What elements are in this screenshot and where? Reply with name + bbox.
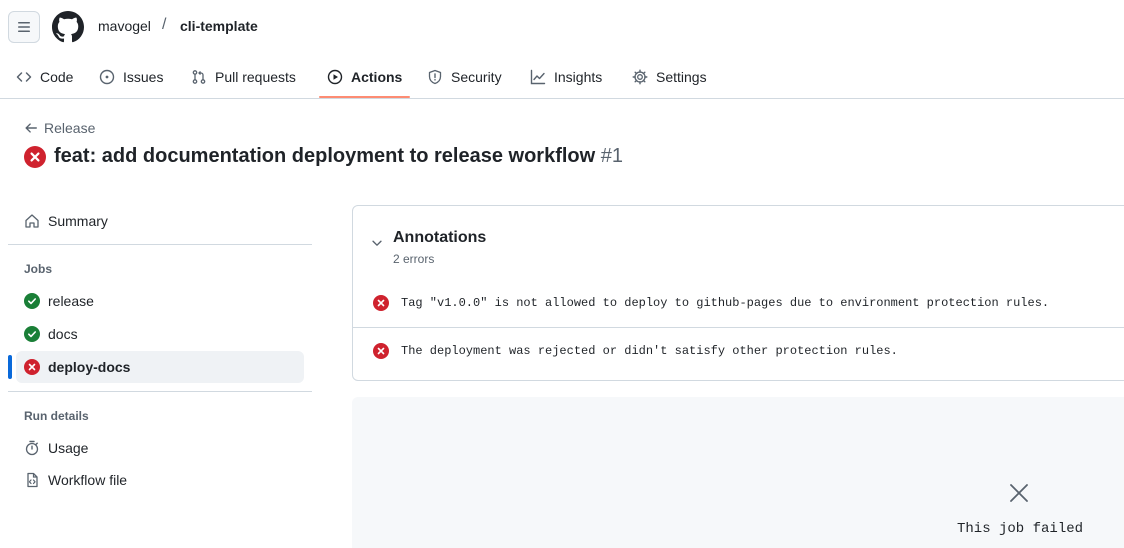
job-failed-text: This job failed xyxy=(957,521,1084,537)
arrow-left-icon xyxy=(25,123,37,133)
sidebar-item-label: docs xyxy=(48,326,78,342)
breadcrumb-repo-link[interactable]: cli-template xyxy=(180,18,258,34)
github-logo-icon[interactable] xyxy=(52,11,84,43)
code-icon xyxy=(16,72,32,82)
hamburger-menu-button[interactable] xyxy=(8,11,40,43)
shield-icon xyxy=(428,69,442,85)
annotation-divider xyxy=(353,327,1124,328)
jobs-heading: Jobs xyxy=(24,262,53,276)
top-bar: mavogel / cli-template xyxy=(0,0,1124,56)
annotations-title[interactable]: Annotations xyxy=(393,229,486,247)
annotations-count: 2 errors xyxy=(393,252,435,266)
sidebar-item-label: Usage xyxy=(48,440,89,456)
x-circle-fill-icon xyxy=(373,295,389,311)
tab-code[interactable]: Code xyxy=(16,56,73,98)
x-icon xyxy=(1010,484,1028,502)
graph-icon xyxy=(530,69,546,85)
sidebar-item-summary[interactable]: Summary xyxy=(16,205,304,237)
back-link-label: Release xyxy=(44,120,96,136)
sidebar-item-usage[interactable]: Usage xyxy=(16,432,304,464)
run-title-label: feat: add documentation deployment to re… xyxy=(54,145,596,167)
run-details-heading: Run details xyxy=(24,409,89,423)
sidebar-item-workflow-file[interactable]: Workflow file xyxy=(16,464,304,496)
issue-opened-icon xyxy=(99,69,115,85)
tab-pull-requests[interactable]: Pull requests xyxy=(191,56,296,98)
annotation-item[interactable]: Tag "v1.0.0" is not allowed to deploy to… xyxy=(353,295,1124,311)
run-title: feat: add documentation deployment to re… xyxy=(24,145,623,168)
chevron-down-icon[interactable] xyxy=(370,236,384,250)
home-icon xyxy=(25,214,39,228)
breadcrumb-owner-link[interactable]: mavogel xyxy=(98,18,151,34)
hamburger-icon xyxy=(18,22,30,32)
sidebar-item-job-docs[interactable]: docs xyxy=(16,318,304,350)
x-circle-fill-icon xyxy=(24,359,40,375)
gear-icon xyxy=(632,69,648,85)
git-pull-request-icon xyxy=(192,70,206,84)
tab-security[interactable]: Security xyxy=(427,56,502,98)
x-circle-fill-icon xyxy=(373,343,389,359)
tab-label: Code xyxy=(40,69,74,85)
annotation-item[interactable]: The deployment was rejected or didn't sa… xyxy=(353,343,1124,359)
active-tab-underline xyxy=(319,96,410,98)
sidebar-item-label: Summary xyxy=(48,213,108,229)
sidebar-divider xyxy=(8,391,312,392)
tab-label: Insights xyxy=(554,69,603,85)
play-icon xyxy=(327,69,343,85)
sidebar-divider xyxy=(8,244,312,245)
sidebar-item-label: deploy-docs xyxy=(48,359,131,375)
sidebar-item-label: Workflow file xyxy=(48,472,128,488)
sidebar-item-label: release xyxy=(48,293,94,309)
sidebar-item-job-release[interactable]: release xyxy=(16,285,304,317)
tab-label: Settings xyxy=(656,69,707,85)
tab-label: Security xyxy=(451,69,502,85)
annotation-message: Tag "v1.0.0" is not allowed to deploy to… xyxy=(401,296,1050,310)
repo-nav-tabs: Code Issues Pull requests Actions Securi… xyxy=(0,56,1124,99)
sidebar-item-job-deploy-docs[interactable]: deploy-docs xyxy=(16,351,304,383)
check-circle-fill-icon xyxy=(24,293,40,309)
file-code-icon xyxy=(27,472,38,488)
tab-label: Actions xyxy=(351,69,403,85)
x-circle-fill-icon xyxy=(24,145,46,168)
run-title-text: feat: add documentation deployment to re… xyxy=(54,145,623,168)
annotation-message: The deployment was rejected or didn't sa… xyxy=(401,344,898,358)
tab-insights[interactable]: Insights xyxy=(530,56,602,98)
tab-label: Issues xyxy=(123,69,164,85)
tab-settings[interactable]: Settings xyxy=(632,56,707,98)
tab-label: Pull requests xyxy=(215,69,296,85)
tab-issues[interactable]: Issues xyxy=(99,56,163,98)
back-to-workflow-link[interactable]: Release xyxy=(24,120,95,136)
check-circle-fill-icon xyxy=(24,326,40,342)
breadcrumb-separator: / xyxy=(162,16,167,33)
selected-job-indicator xyxy=(8,355,12,379)
stopwatch-icon xyxy=(25,440,39,456)
tab-actions[interactable]: Actions xyxy=(327,56,402,98)
run-number: #1 xyxy=(600,145,624,167)
